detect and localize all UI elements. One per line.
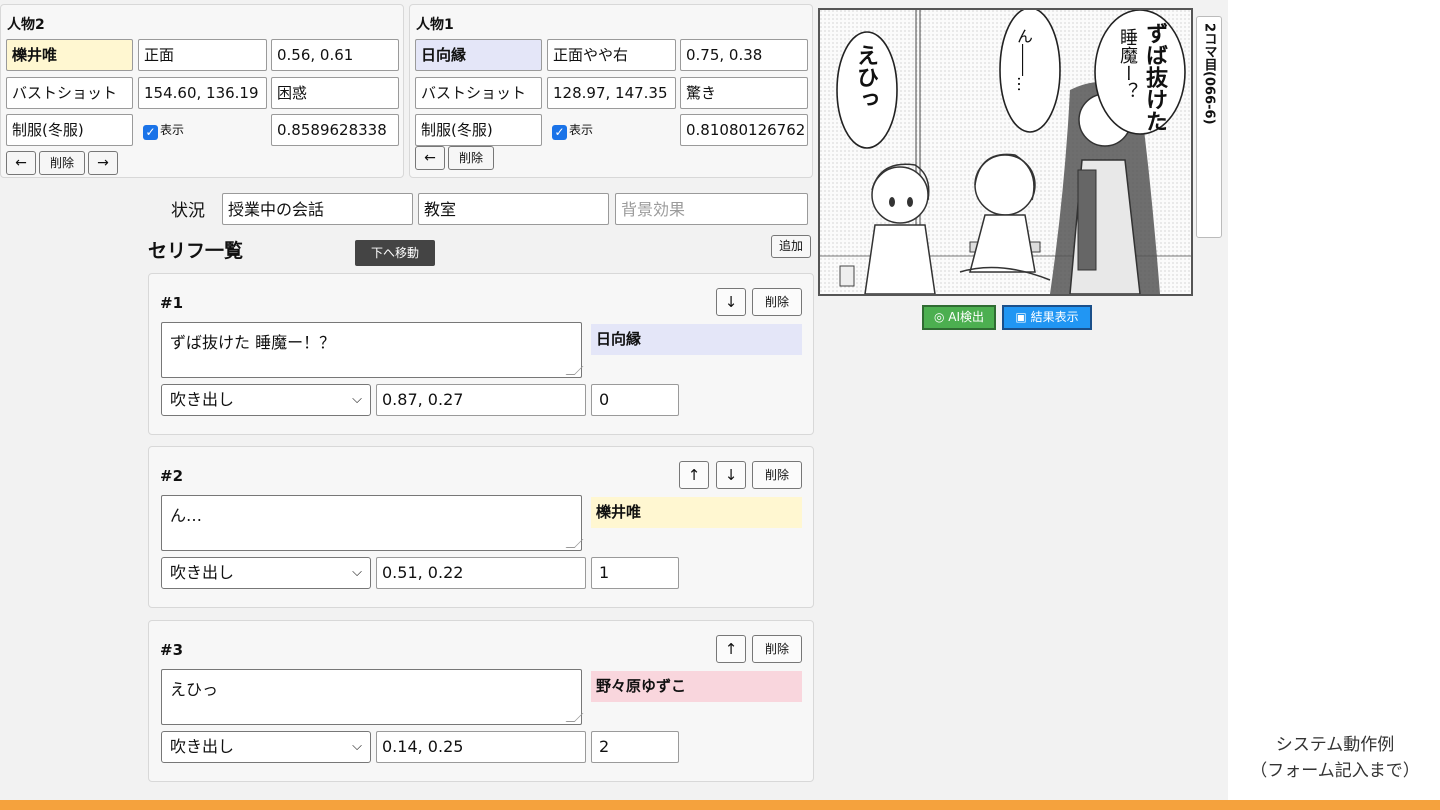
chevron-down-icon: ⌵ — [352, 739, 362, 754]
line-text-input[interactable]: ずば抜けた 睡魔ー！？ — [161, 322, 584, 378]
character1-confidence-field[interactable]: 0.81080126762 — [680, 114, 808, 146]
speaker-field[interactable]: 日向縁 — [591, 324, 802, 355]
show-label: 表示 — [160, 123, 185, 137]
move-up-button[interactable]: ↑ — [716, 635, 746, 663]
resize-grip-icon[interactable] — [565, 539, 584, 548]
line-number: #3 — [160, 641, 184, 659]
line-text: えひっ — [170, 680, 219, 699]
background-effect-input[interactable]: 背景効果 — [615, 193, 808, 225]
app-window: 人物2 櫟井唯 正面 0.56, 0.61 バストショット 154.60, 13… — [0, 0, 1228, 800]
camera-icon: ▣ — [1015, 310, 1027, 324]
speaker-field[interactable]: 櫟井唯 — [591, 497, 802, 528]
line-text-input[interactable]: えひっ — [161, 669, 584, 725]
situation-input[interactable]: 授業中の会話 — [222, 193, 413, 225]
move-down-tooltip: 下へ移動 — [355, 240, 435, 266]
character2-outfit-field[interactable]: 制服(冬服) — [6, 114, 133, 146]
caption: システム動作例 （フォーム記入まで） — [1232, 732, 1438, 784]
move-down-button[interactable]: ↓ — [716, 288, 746, 316]
character2-confidence-field[interactable]: 0.8589628338 — [271, 114, 399, 146]
chevron-down-icon: ⌵ — [352, 565, 362, 580]
show-result-button[interactable]: ▣ 結果表示 — [1002, 305, 1092, 330]
bubble-text-left: えひっ — [853, 44, 878, 110]
character1-panel: 人物1 日向縁 正面やや右 0.75, 0.38 バストショット 128.97,… — [409, 4, 813, 178]
character2-shot-field[interactable]: バストショット — [6, 77, 133, 109]
checkbox-checked-icon[interactable]: ✓ — [552, 125, 567, 140]
panel-number-label: 2コマ目(066-6) — [1201, 23, 1217, 125]
character2-emotion-field[interactable]: 困惑 — [271, 77, 399, 109]
character1-delete-button[interactable]: 削除 — [448, 146, 494, 170]
line-order-field[interactable]: 1 — [591, 557, 679, 589]
place-input[interactable]: 教室 — [418, 193, 609, 225]
line-order-field[interactable]: 2 — [591, 731, 679, 763]
speaker-field[interactable]: 野々原ゆずこ — [591, 671, 802, 702]
line-text: ずば抜けた 睡魔ー！？ — [170, 333, 336, 352]
lines-section-title: セリフ一覧 — [148, 240, 244, 262]
move-up-button[interactable]: ↑ — [679, 461, 709, 489]
line-card-3: #3 ↑ 削除 えひっ 野々原ゆずこ 吹き出し ⌵ 0.14, 0.25 2 — [148, 620, 814, 782]
line-number: #1 — [160, 294, 184, 312]
line-order-field[interactable]: 0 — [591, 384, 679, 416]
delete-line-button[interactable]: 削除 — [752, 635, 802, 663]
target-icon: ◎ — [933, 310, 945, 324]
chevron-down-icon: ⌵ — [352, 392, 362, 407]
character2-direction-field[interactable]: 正面 — [138, 39, 267, 71]
bubble-text-middle: ん――… — [1014, 28, 1033, 92]
character1-show-toggle[interactable]: ✓ 表示 — [547, 114, 676, 146]
line-number: #2 — [160, 467, 184, 485]
line-type-value: 吹き出し — [170, 737, 235, 756]
character2-panel: 人物2 櫟井唯 正面 0.56, 0.61 バストショット 154.60, 13… — [0, 4, 404, 178]
line-text: ん… — [170, 506, 203, 525]
line-card-2: #2 ↑ ↓ 削除 ん… 櫟井唯 吹き出し ⌵ 0.51, 0.22 1 — [148, 446, 814, 608]
resize-grip-icon[interactable] — [565, 713, 584, 722]
manga-panel-image: えひっ ん――… ずば抜けた 睡魔ー？ — [818, 8, 1193, 296]
move-left-button[interactable]: ← — [6, 151, 36, 175]
character1-outfit-field[interactable]: 制服(冬服) — [415, 114, 542, 146]
show-result-label: 結果表示 — [1030, 310, 1079, 324]
character2-title: 人物2 — [7, 17, 45, 33]
character1-title: 人物1 — [416, 17, 454, 33]
line-position-field[interactable]: 0.87, 0.27 — [376, 384, 586, 416]
bubble-text-right-2: 睡魔ー？ — [1117, 28, 1138, 100]
move-down-button[interactable]: ↓ — [716, 461, 746, 489]
panel-number-tab: 2コマ目(066-6) — [1196, 16, 1222, 238]
add-line-button[interactable]: 追加 — [771, 235, 811, 258]
delete-line-button[interactable]: 削除 — [752, 461, 802, 489]
character1-name-field[interactable]: 日向縁 — [415, 39, 542, 71]
character2-delete-button[interactable]: 削除 — [39, 151, 85, 175]
character1-emotion-field[interactable]: 驚き — [680, 77, 808, 109]
resize-grip-icon[interactable] — [565, 366, 584, 375]
character1-position-field[interactable]: 0.75, 0.38 — [680, 39, 808, 71]
line-type-select[interactable]: 吹き出し ⌵ — [161, 384, 371, 416]
line-type-select[interactable]: 吹き出し ⌵ — [161, 557, 371, 589]
delete-line-button[interactable]: 削除 — [752, 288, 802, 316]
line-position-field[interactable]: 0.51, 0.22 — [376, 557, 586, 589]
character2-name-field[interactable]: 櫟井唯 — [6, 39, 133, 71]
checkbox-checked-icon[interactable]: ✓ — [143, 125, 158, 140]
character2-position-field[interactable]: 0.56, 0.61 — [271, 39, 399, 71]
line-card-1: #1 ↓ 削除 ずば抜けた 睡魔ー！？ 日向縁 吹き出し ⌵ 0.87, 0.27… — [148, 273, 814, 435]
character1-direction-field[interactable]: 正面やや右 — [547, 39, 676, 71]
ai-detect-label: AI検出 — [948, 310, 985, 324]
line-type-value: 吹き出し — [170, 563, 235, 582]
move-right-button[interactable]: → — [88, 151, 118, 175]
bubble-text-right-1: ずば抜けた — [1142, 22, 1167, 132]
show-label: 表示 — [569, 123, 594, 137]
situation-label: 状況 — [171, 201, 205, 221]
line-position-field[interactable]: 0.14, 0.25 — [376, 731, 586, 763]
character2-size-field[interactable]: 154.60, 136.19 — [138, 77, 267, 109]
line-type-select[interactable]: 吹き出し ⌵ — [161, 731, 371, 763]
line-type-value: 吹き出し — [170, 390, 235, 409]
character2-show-toggle[interactable]: ✓ 表示 — [138, 114, 267, 146]
move-left-button[interactable]: ← — [415, 146, 445, 170]
bottom-accent-bar — [0, 800, 1440, 810]
caption-line1: システム動作例 — [1275, 735, 1395, 755]
line-text-input[interactable]: ん… — [161, 495, 584, 551]
caption-line2: （フォーム記入まで） — [1250, 761, 1420, 781]
ai-detect-button[interactable]: ◎ AI検出 — [922, 305, 996, 330]
character1-size-field[interactable]: 128.97, 147.35 — [547, 77, 676, 109]
character1-shot-field[interactable]: バストショット — [415, 77, 542, 109]
